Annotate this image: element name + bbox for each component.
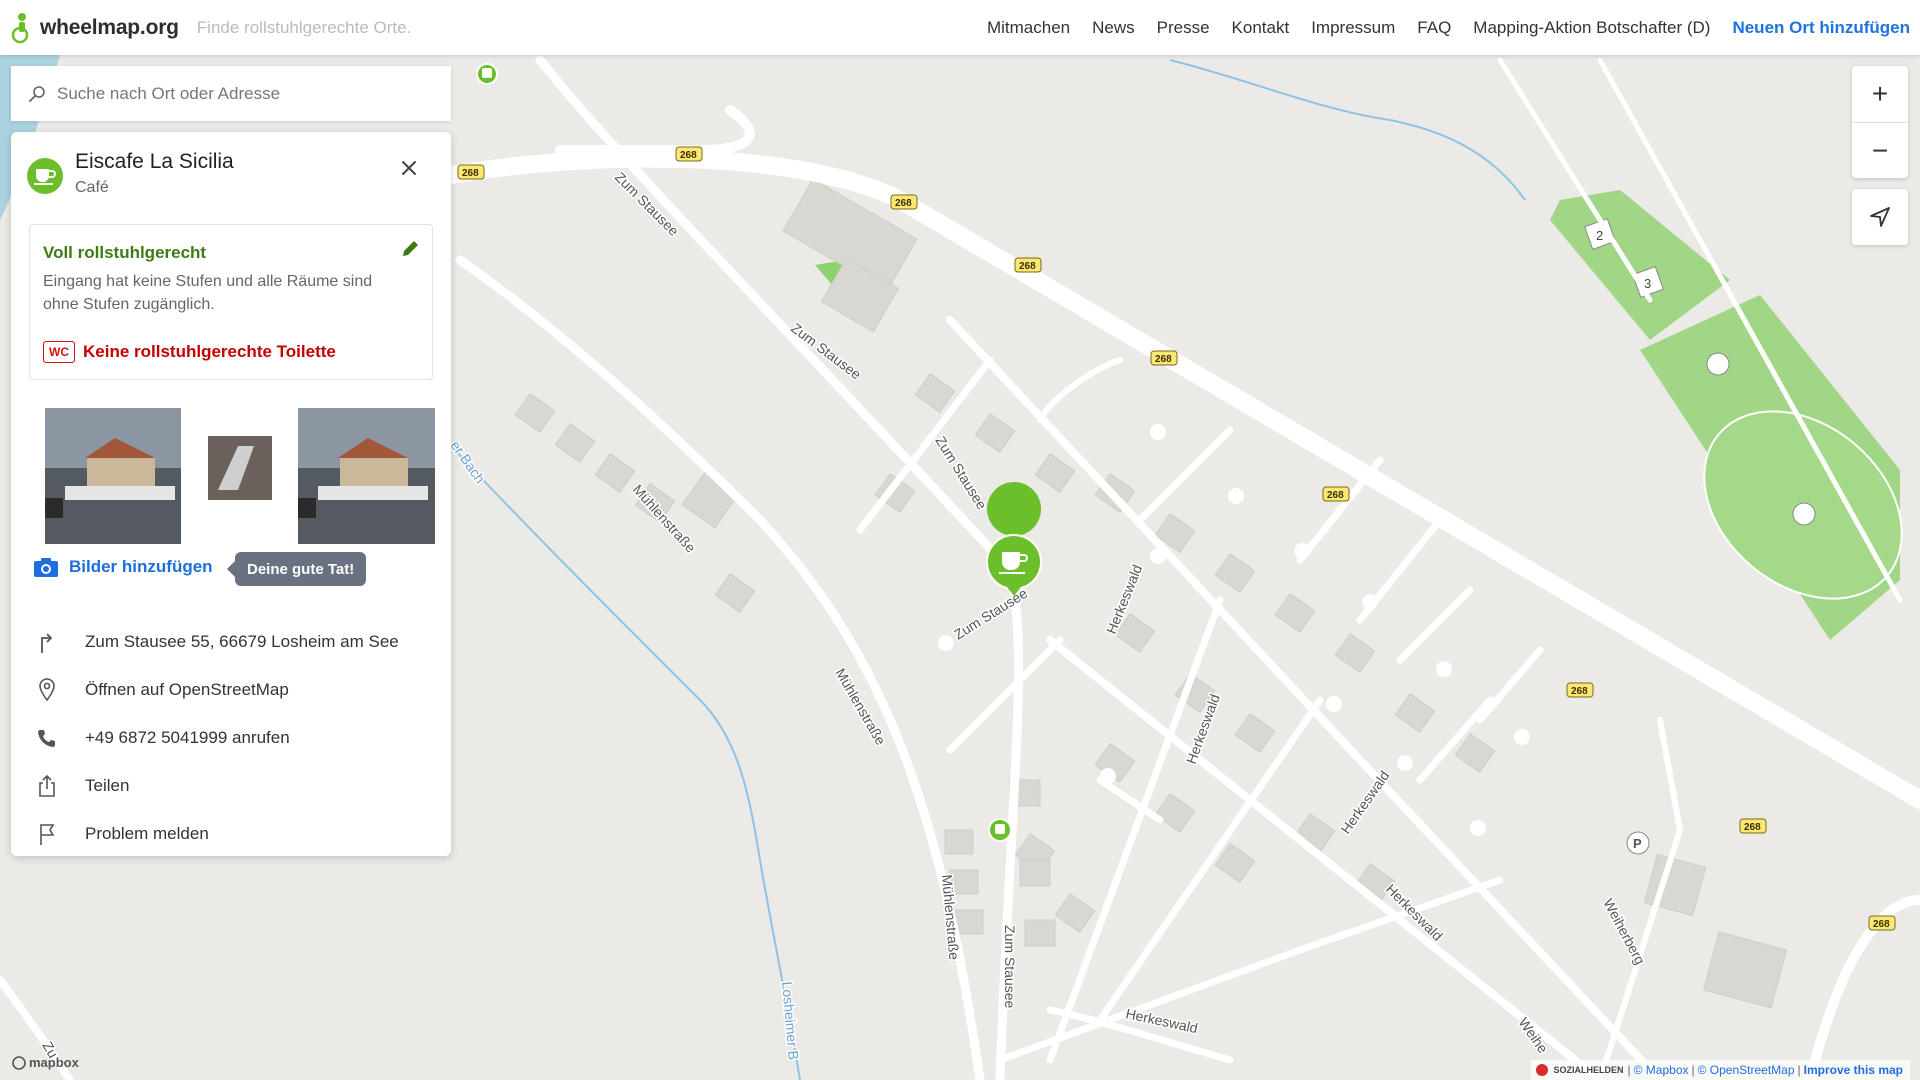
bus-stop-marker-1[interactable]	[476, 63, 498, 85]
road-label-zum-stausee-5: Zum Stausee	[1002, 925, 1018, 1008]
wheelchair-logo-icon	[11, 12, 29, 43]
phone-icon	[35, 726, 59, 750]
svg-text:268: 268	[1873, 919, 1890, 930]
sozialhelden-label[interactable]: SOZIALHELDEN	[1553, 1065, 1623, 1075]
logo-text: wheelmap.org	[40, 15, 179, 39]
add-photos-button[interactable]: Bilder hinzufügen	[33, 556, 213, 578]
svg-text:268: 268	[1019, 261, 1036, 272]
toilet-status-text: Keine rollstuhlgerechte Toilette	[83, 342, 336, 361]
top-bar: wheelmap.org Finde rollstuhlgerechte Ort…	[0, 0, 1920, 55]
report-problem-text: Problem melden	[85, 824, 209, 843]
improve-map-link[interactable]: Improve this map	[1804, 1063, 1903, 1077]
svg-text:268: 268	[1327, 490, 1344, 501]
parking-label: P	[1633, 836, 1642, 851]
osm-link-item[interactable]: Öffnen auf OpenStreetMap	[35, 666, 435, 714]
buildings	[514, 178, 1788, 1009]
flag-icon	[35, 822, 59, 846]
location-arrow-icon	[1870, 207, 1890, 227]
search-icon	[29, 85, 45, 102]
zoom-controls: + −	[1852, 66, 1908, 178]
category-badge	[27, 158, 63, 194]
svg-text:268: 268	[1155, 354, 1172, 365]
waterway-label-losheimer: Losheimer B	[779, 981, 802, 1061]
svg-text:268: 268	[1571, 686, 1588, 697]
place-info-list: Zum Stausee 55, 66679 Losheim am See Öff…	[35, 618, 435, 858]
close-icon[interactable]	[397, 156, 421, 180]
stream	[1169, 59, 1526, 201]
place-category: Café	[75, 179, 109, 196]
phone-item[interactable]: +49 6872 5041999 anrufen	[35, 714, 435, 762]
mapbox-logo[interactable]: mapbox	[12, 1055, 79, 1070]
zoom-out-button[interactable]: −	[1852, 122, 1908, 178]
nav-mapping-aktion[interactable]: Mapping-Aktion Botschafter (D)	[1473, 18, 1710, 38]
nav-impressum[interactable]: Impressum	[1311, 18, 1395, 38]
road-label-weiherberg: Weiherberg	[1600, 896, 1648, 967]
selected-place-marker[interactable]	[986, 482, 1042, 596]
share-icon	[35, 774, 59, 798]
claim-text: Finde rollstuhlgerechte Orte.	[196, 17, 412, 37]
photo-thumbnail-1[interactable]	[45, 408, 181, 544]
directions-icon	[35, 630, 59, 654]
waterway-label-bach: er Bach	[448, 438, 489, 487]
losheimer-bach-stream	[454, 449, 801, 1080]
photo-gallery	[35, 400, 435, 544]
mapbox-logo-text: mapbox	[29, 1055, 79, 1070]
main-nav: Mitmachen News Presse Kontakt Impressum …	[965, 18, 1910, 38]
svg-text:268: 268	[462, 168, 479, 179]
place-name: Eiscafe La Sicilia	[75, 150, 234, 173]
svg-text:268: 268	[895, 198, 912, 209]
road-label-muehlenstrasse-1: Mühlenstraße	[630, 481, 699, 555]
accessibility-box: Voll rollstuhlgerecht Eingang hat keine …	[29, 224, 433, 380]
photo-thumbnail-2[interactable]	[208, 436, 272, 500]
location-pin-icon	[35, 678, 59, 702]
coffee-cup-icon	[34, 169, 56, 185]
place-header: Eiscafe La Sicilia Café	[27, 148, 435, 208]
nav-presse[interactable]: Presse	[1157, 18, 1210, 38]
field-number-2: 2	[1596, 228, 1603, 243]
parking-marker[interactable]: P	[1626, 831, 1650, 855]
report-problem-item[interactable]: Problem melden	[35, 810, 435, 858]
logo[interactable]: wheelmap.org	[10, 12, 179, 44]
phone-text: +49 6872 5041999 anrufen	[85, 728, 290, 747]
zoom-in-button[interactable]: +	[1852, 66, 1908, 122]
address-item[interactable]: Zum Stausee 55, 66679 Losheim am See	[35, 618, 435, 666]
add-place-link[interactable]: Neuen Ort hinzufügen	[1732, 18, 1910, 38]
nav-kontakt[interactable]: Kontakt	[1232, 18, 1290, 38]
athletics-icon	[1792, 502, 1816, 526]
road-label-herkeswald-3: Herkeswald	[1337, 768, 1392, 837]
osm-attribution-link[interactable]: © OpenStreetMap	[1698, 1063, 1795, 1077]
svg-text:268: 268	[1744, 822, 1761, 833]
nav-faq[interactable]: FAQ	[1417, 18, 1451, 38]
mapbox-attribution-link[interactable]: © Mapbox	[1634, 1063, 1689, 1077]
wc-badge: WC	[43, 341, 75, 363]
nav-news[interactable]: News	[1092, 18, 1135, 38]
add-photos-label: Bilder hinzufügen	[69, 557, 213, 576]
search-bar	[11, 66, 451, 121]
map-attribution: SOZIALHELDEN | © Mapbox | © OpenStreetMa…	[1531, 1060, 1910, 1080]
share-text: Teilen	[85, 776, 130, 795]
toilet-status[interactable]: WC Keine rollstuhlgerechte Toilette	[43, 341, 336, 363]
photo-thumbnail-3[interactable]	[298, 408, 435, 544]
coffee-cup-icon	[1002, 552, 1020, 570]
address-text: Zum Stausee 55, 66679 Losheim am See	[85, 632, 399, 651]
sports-field-2-3	[1550, 190, 1730, 340]
svg-text:268: 268	[680, 150, 697, 161]
pencil-icon[interactable]	[400, 239, 420, 259]
camera-icon	[34, 558, 58, 577]
search-input[interactable]	[55, 82, 435, 105]
locate-me-button[interactable]	[1852, 189, 1908, 245]
share-item[interactable]: Teilen	[35, 762, 435, 810]
mapbox-icon	[12, 1055, 26, 1070]
nav-mitmachen[interactable]: Mitmachen	[987, 18, 1070, 38]
bus-stop-marker-2[interactable]	[988, 818, 1012, 842]
sozialhelden-icon	[1536, 1064, 1549, 1076]
good-deed-tooltip: Deine gute Tat!	[226, 552, 367, 586]
place-detail-panel: Eiscafe La Sicilia Café Voll rollstuhlge…	[11, 132, 451, 856]
accessibility-description: Eingang hat keine Stufen und alle Räume …	[43, 273, 373, 313]
accessibility-status: Voll rollstuhlgerecht	[43, 243, 207, 262]
soccer-icon	[1706, 352, 1730, 376]
osm-link-text: Öffnen auf OpenStreetMap	[85, 680, 289, 699]
